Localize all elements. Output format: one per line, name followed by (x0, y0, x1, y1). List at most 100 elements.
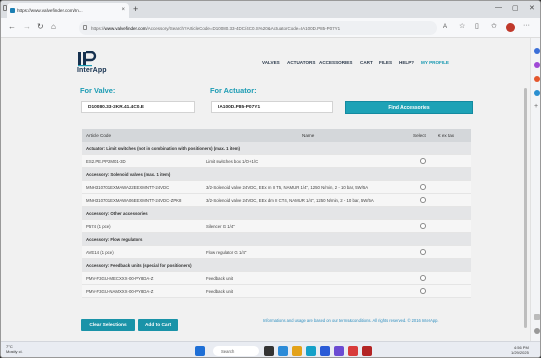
accessory-table: Actuator: Limit switches (not in combina… (82, 142, 471, 298)
tab-strip: https://www.valvefinder.com/In... × + — … (1, 1, 540, 18)
nav-valves[interactable]: VALVES (262, 60, 280, 65)
start-windows-icon[interactable] (195, 346, 205, 356)
col-price: € ex tax (438, 133, 455, 138)
article-name: 3/2-Solenoid valve 24VDC, EEx dm II CT4,… (206, 198, 374, 203)
scrollbar-thumb[interactable] (524, 88, 527, 328)
new-tab-button[interactable]: + (133, 4, 138, 14)
article-code: ES2.PE.PP2M01-3D (86, 159, 126, 164)
footer-note: Informations and usage are based on our … (263, 318, 439, 323)
office-icon[interactable] (534, 76, 540, 82)
nav-accessories[interactable]: ACCESSORIES (319, 60, 352, 65)
sidebar-settings-icon[interactable] (534, 328, 540, 334)
select-radio[interactable] (420, 249, 426, 255)
nav-help[interactable]: HELP? (399, 60, 414, 65)
table-row[interactable]: P574 (1 pce) Silencer G 1/4" (82, 220, 471, 233)
browser-toolbar: ← → ↻ ⌂ https://www.valvefinder.com/Acce… (1, 18, 540, 38)
teams-icon[interactable] (334, 346, 344, 356)
table-row[interactable]: AVE14 (1 pce) Flow regulator G 1/4" (82, 246, 471, 259)
select-radio[interactable] (420, 197, 426, 203)
taskbar-search[interactable]: Search (213, 346, 259, 356)
app-red-icon[interactable] (348, 346, 358, 356)
home-icon[interactable]: ⌂ (51, 22, 56, 31)
favorite-star-icon[interactable]: ☆ (459, 22, 465, 30)
browser-tab[interactable]: https://www.valvefinder.com/In... × (7, 3, 129, 18)
weather-widget[interactable]: 7°C Mostly cl. (6, 344, 23, 354)
find-accessories-button[interactable]: Find Accessories (345, 101, 473, 114)
nav-my-profile[interactable]: MY PROFILE (421, 60, 449, 65)
search-sidebar-icon[interactable] (534, 48, 540, 54)
weather-desc: Mostly cl. (6, 349, 23, 354)
taskbar-search-label: Search (221, 348, 235, 354)
tab-close-icon[interactable]: × (121, 7, 125, 13)
select-radio[interactable] (420, 275, 426, 281)
select-radio[interactable] (420, 288, 426, 294)
category-label: Accessory: Solenoid valves (max. 1 item) (86, 172, 171, 177)
category-label: Accessory: Other accessories (86, 211, 148, 216)
category-label: Accessory: Flow regulators (86, 237, 143, 242)
app-darkred-icon[interactable] (362, 346, 372, 356)
category-row: Accessory: Solenoid valves (max. 1 item) (82, 168, 471, 181)
article-name: Feedback unit (206, 276, 233, 281)
favorites-icon[interactable]: ✩ (491, 22, 497, 30)
windows-taskbar: 7°C Mostly cl. Search 4:56 PM 1/29/2025 (1, 341, 540, 357)
address-prefix: https:// (91, 25, 105, 31)
address-bar[interactable]: https://www.valvefinder.com/Accessory/Se… (79, 21, 437, 35)
article-code: PMV-F3GU-MECXXX-00-PY8DA-Z (86, 276, 154, 281)
minimize-button[interactable]: — (495, 4, 502, 11)
copilot-icon[interactable] (534, 62, 540, 68)
category-row: Accessory: Flow regulators (82, 233, 471, 246)
add-sidebar-icon[interactable]: + (534, 103, 540, 110)
forward-icon[interactable]: → (23, 22, 31, 31)
table-row[interactable]: ES2.PE.PP2M01-3D Limit switches box 1/O+1… (82, 155, 471, 168)
table-row[interactable]: PMV-F3GU-MECXXX-00-PY8DA-Z Feedback unit (82, 272, 471, 285)
table-row[interactable]: PMV-F3GU-NAMXXX-00-PY8DA-Z Feedback unit (82, 285, 471, 298)
add-to-cart-button[interactable]: Add to Cart (138, 319, 178, 331)
site-logo[interactable]: InterApp (77, 67, 107, 74)
actuator-field[interactable]: IA100D.P85-P07Y1 (211, 101, 333, 113)
task-view-icon[interactable] (264, 346, 274, 356)
browser-window: https://www.valvefinder.com/In... × + — … (0, 0, 541, 358)
widgets-icon[interactable] (278, 346, 288, 356)
split-screen-icon[interactable]: ▯ (475, 22, 479, 30)
outlook-icon[interactable] (534, 90, 540, 96)
page-scrollbar[interactable] (523, 78, 528, 338)
table-header: Article Code Name Select € ex tax (82, 129, 471, 142)
col-article-code: Article Code (86, 133, 112, 138)
table-row[interactable]: MNH310701EXMAWA22EEXMNTT-24VDC 3/2-Soleno… (82, 181, 471, 194)
file-explorer-icon[interactable] (292, 346, 302, 356)
browser-sidebar: + (530, 38, 540, 341)
favicon-icon (10, 8, 15, 13)
maximize-button[interactable]: ▢ (512, 4, 519, 12)
address-host: www.valvefinder.com (104, 25, 147, 31)
close-window-button[interactable]: ✕ (529, 4, 535, 12)
article-code: MNH310701EXMAWA06EEXMNTT-24VDC-ZPK8 (86, 198, 182, 203)
col-select: Select (413, 133, 426, 138)
clock[interactable]: 4:56 PM 1/29/2025 (511, 345, 529, 355)
valve-field[interactable]: D10080.33-2KR.41.4C0.E (81, 101, 195, 113)
sidebar-layout-icon[interactable] (534, 314, 540, 320)
profile-avatar-icon[interactable] (506, 23, 515, 32)
table-row[interactable]: MNH310701EXMAWA06EEXMNTT-24VDC-ZPK8 3/2-S… (82, 194, 471, 207)
article-name: Feedback unit (206, 289, 233, 294)
category-label: Accessory: Feedback units (special for p… (86, 263, 192, 268)
interapp-logo-icon (78, 51, 97, 67)
category-row: Actuator: Limit switches (not in combina… (82, 142, 471, 155)
read-aloud-icon[interactable]: A (443, 24, 447, 30)
tab-title: https://www.valvefinder.com/In... (17, 8, 83, 13)
back-icon[interactable]: ← (8, 22, 16, 31)
select-radio[interactable] (420, 158, 426, 164)
nav-cart[interactable]: CART (360, 60, 373, 65)
store-icon[interactable] (320, 346, 330, 356)
clear-selections-button[interactable]: Clear Selections (81, 319, 135, 331)
select-radio[interactable] (420, 223, 426, 229)
address-path: /Accessory/Search?ArticleCode=D10080.33-… (146, 25, 341, 31)
nav-files[interactable]: FILES (379, 60, 392, 65)
select-radio[interactable] (420, 184, 426, 190)
col-name: Name (302, 133, 315, 138)
valve-label: For Valve: (80, 86, 116, 95)
nav-actuators[interactable]: ACTUATORS (287, 60, 315, 65)
category-label: Actuator: Limit switches (not in combina… (86, 146, 240, 151)
settings-more-icon[interactable]: ··· (523, 22, 530, 29)
refresh-icon[interactable]: ↻ (37, 22, 44, 31)
edge-browser-icon[interactable] (306, 346, 316, 356)
